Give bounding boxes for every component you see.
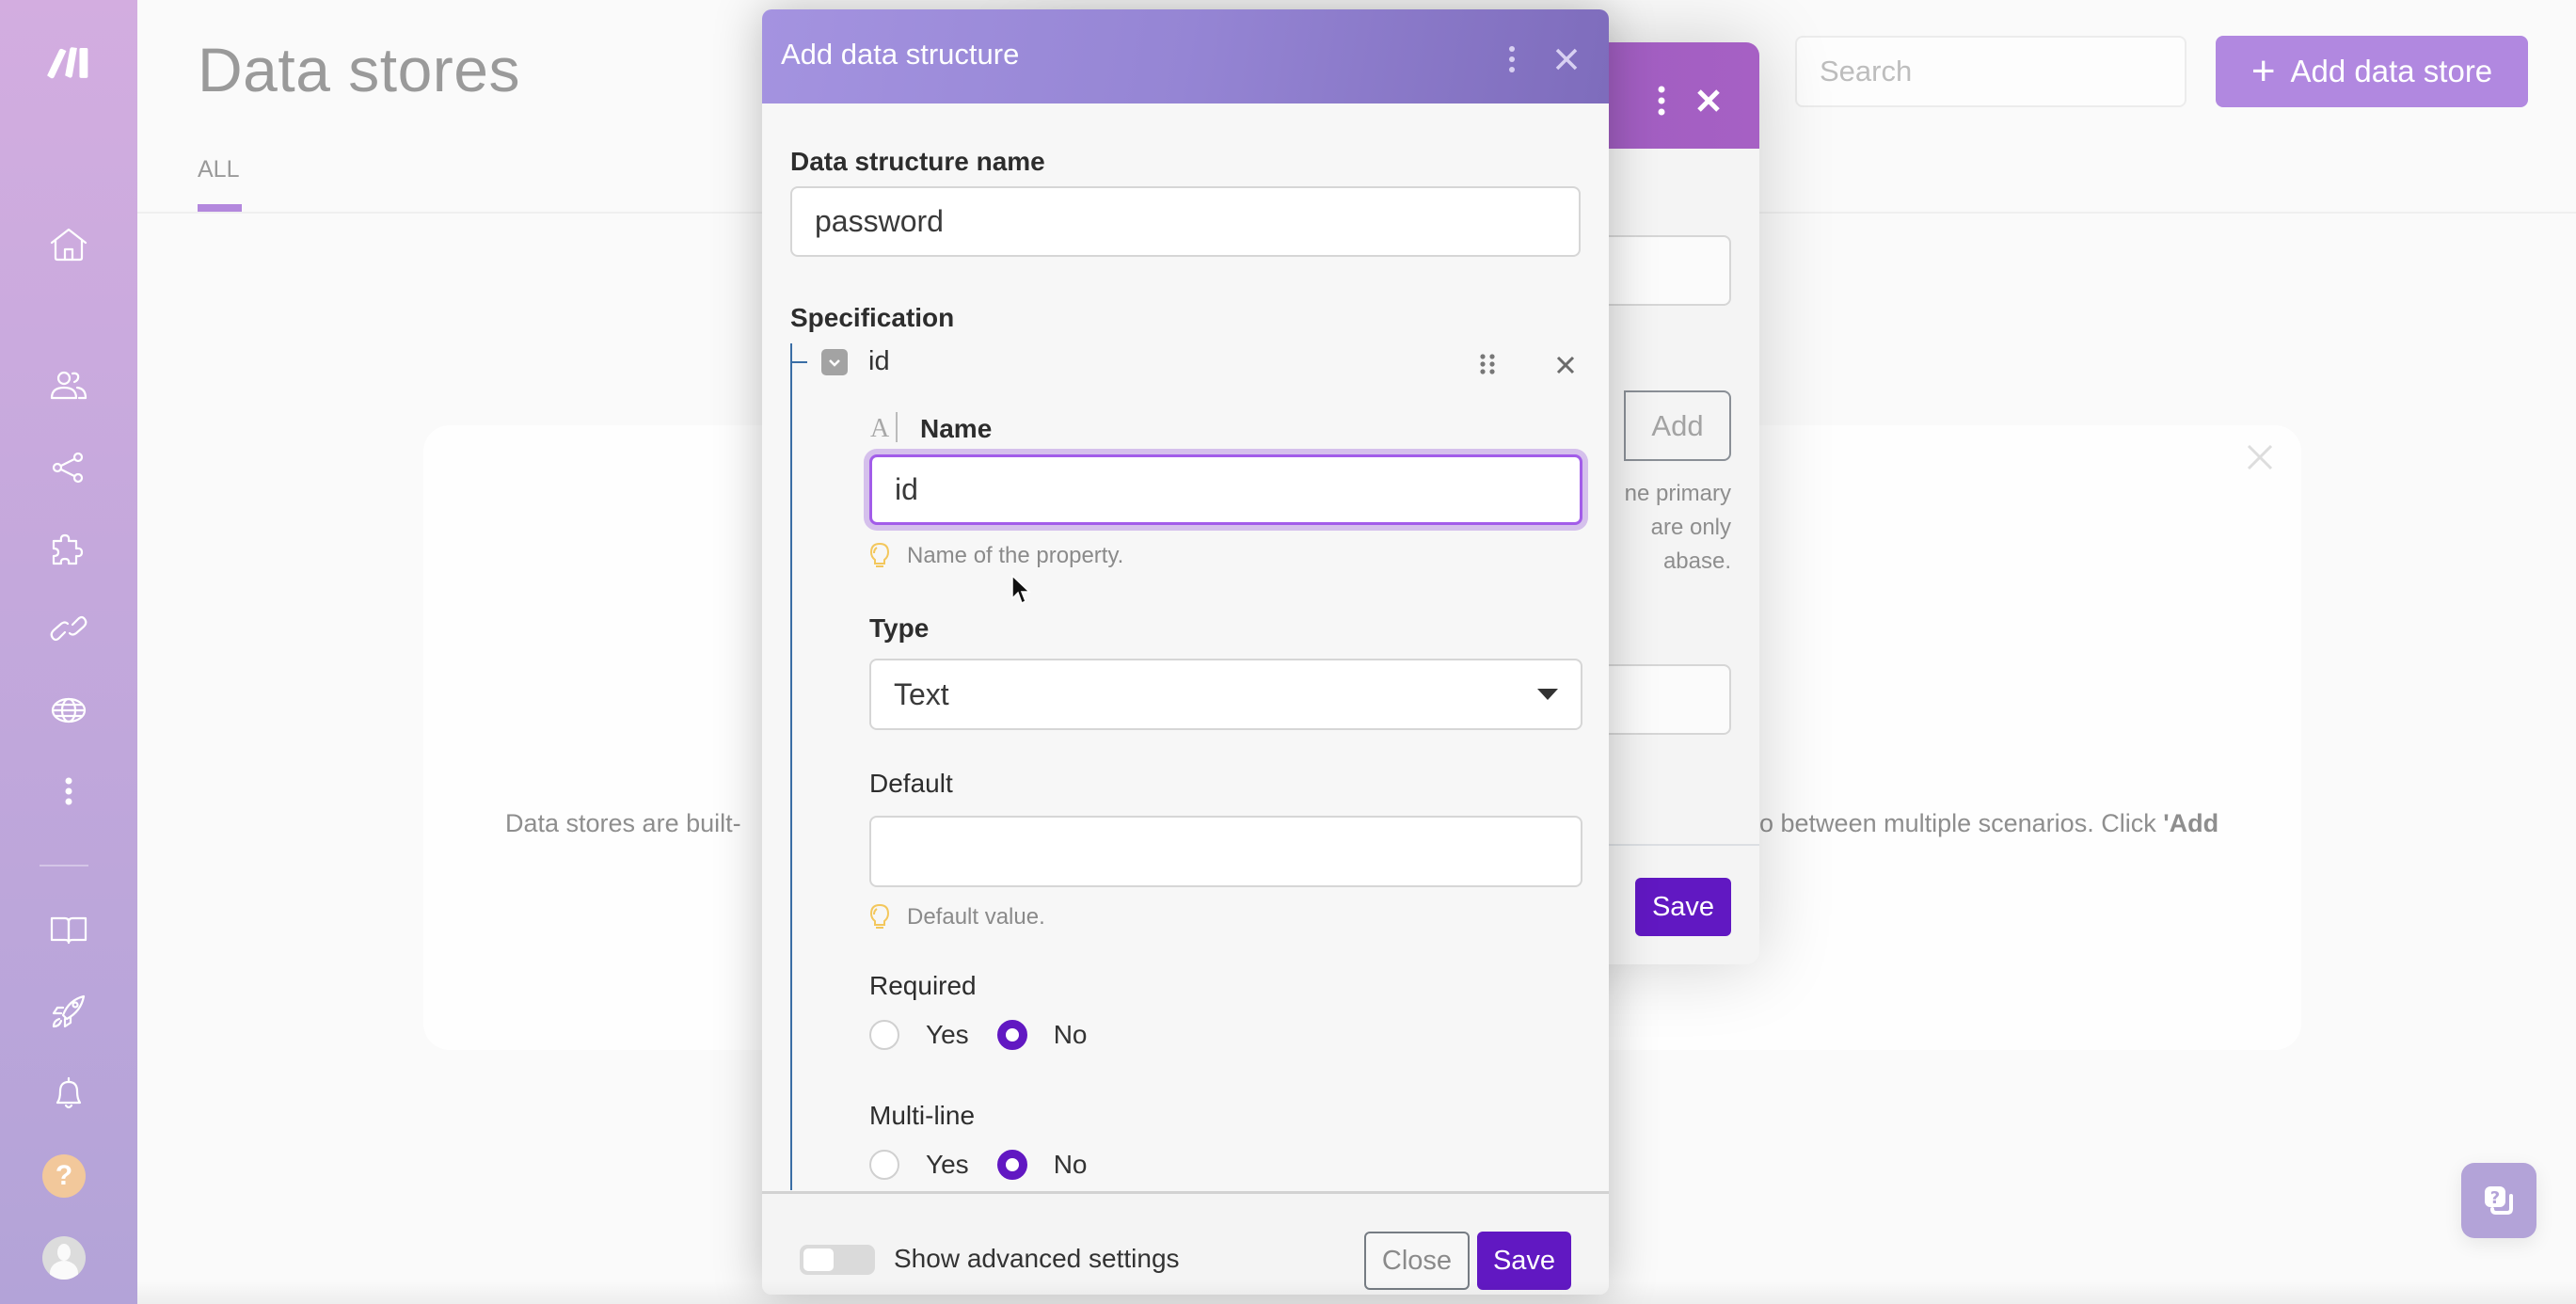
tree-line	[790, 343, 792, 1190]
sidebar-item-scenarios[interactable]	[40, 439, 97, 496]
dialog-title: Add data structure	[781, 38, 1020, 71]
save-button[interactable]: Save	[1477, 1232, 1571, 1290]
advanced-settings-label: Show advanced settings	[894, 1244, 1180, 1273]
share-icon	[52, 452, 84, 484]
default-field-hint: Default value.	[869, 903, 1045, 931]
multiline-radio-group: Yes No	[869, 1150, 1115, 1180]
sidebar-item-webhooks[interactable]	[40, 682, 97, 739]
structure-name-input[interactable]	[790, 186, 1581, 257]
specification-label: Specification	[790, 303, 955, 332]
multiline-no-label: No	[1053, 1150, 1088, 1179]
required-no-label: No	[1053, 1020, 1088, 1049]
kebab-menu-icon[interactable]	[1505, 43, 1519, 75]
bell-icon	[56, 1076, 82, 1109]
multiline-yes-label: Yes	[926, 1150, 969, 1179]
tree-branch	[790, 361, 807, 363]
lightbulb-icon	[869, 903, 890, 929]
property-name-input[interactable]	[869, 454, 1582, 525]
multiline-label: Multi-line	[869, 1101, 976, 1130]
help-chat-button[interactable]: ?	[2461, 1163, 2536, 1238]
kebab-menu-icon[interactable]	[1655, 84, 1668, 118]
sidebar-divider	[40, 865, 88, 867]
home-icon	[50, 228, 87, 262]
sidebar-item-more[interactable]	[40, 763, 97, 819]
close-icon	[1697, 89, 1720, 112]
default-value-input[interactable]	[869, 816, 1582, 887]
caret-down-icon	[1537, 689, 1558, 700]
default-field-label: Default	[869, 769, 953, 798]
sidebar: ?	[0, 0, 137, 1304]
close-dialog-button[interactable]	[1554, 47, 1579, 72]
type-select-value: Text	[894, 676, 949, 711]
dialog-footer: Show advanced settings Close Save	[762, 1191, 1609, 1295]
type-field-label: Type	[869, 613, 930, 643]
empty-text-bold: 'Add	[2163, 809, 2219, 837]
puzzle-icon	[52, 533, 84, 565]
dialog-header: Add data structure	[762, 9, 1609, 103]
page-title: Data stores	[198, 35, 520, 104]
spec-item-name: id	[868, 346, 890, 376]
logo-icon[interactable]	[40, 33, 97, 89]
required-no-radio[interactable]	[996, 1020, 1027, 1050]
name-hint-text: Name of the property.	[907, 543, 1124, 568]
mouse-cursor-icon	[1011, 574, 1031, 605]
type-select[interactable]: Text	[869, 659, 1582, 730]
dismiss-card-button[interactable]	[2243, 440, 2277, 474]
sidebar-item-notifications[interactable]	[40, 1065, 97, 1121]
sidebar-item-release-notes[interactable]	[40, 983, 97, 1040]
collapse-item-toggle[interactable]	[821, 349, 848, 375]
save-data-store-button[interactable]: Save	[1635, 878, 1731, 936]
close-icon	[2247, 444, 2273, 470]
link-icon	[50, 615, 87, 642]
empty-text-middle: o between multiple scenarios. Click	[1759, 809, 2164, 837]
users-icon	[50, 371, 87, 400]
required-label: Required	[869, 971, 977, 1000]
lightbulb-icon	[869, 542, 890, 567]
add-data-structure-button[interactable]: Add	[1624, 390, 1731, 461]
close-icon	[1555, 48, 1578, 71]
label-separator	[896, 412, 898, 442]
sidebar-item-team[interactable]	[40, 358, 97, 414]
help-icon: ?	[55, 1160, 73, 1191]
multiline-no-radio[interactable]	[996, 1150, 1027, 1180]
drag-handle-icon[interactable]	[1479, 353, 1496, 375]
more-icon	[65, 777, 72, 805]
plus-icon: +	[2250, 48, 2276, 94]
empty-text-left: Data stores are built-	[505, 809, 741, 837]
multiline-yes-radio[interactable]	[869, 1150, 899, 1180]
structure-name-label: Data structure name	[790, 147, 1045, 176]
tab-all[interactable]: ALL	[198, 156, 239, 183]
close-button[interactable]: Close	[1364, 1232, 1470, 1290]
required-radio-group: Yes No	[869, 1020, 1115, 1050]
rocket-icon	[52, 994, 86, 1028]
close-add-data-store-button[interactable]	[1695, 87, 1722, 114]
help-button[interactable]: ?	[42, 1154, 86, 1198]
add-data-store-button[interactable]: + Add data store	[2216, 36, 2528, 107]
name-field-label: Name	[920, 414, 993, 443]
sidebar-item-resources[interactable]	[40, 901, 97, 958]
add-data-store-label: Add data store	[2290, 54, 2493, 88]
chat-help-icon: ?	[2485, 1186, 2513, 1215]
remove-item-button[interactable]	[1556, 356, 1575, 374]
search-input[interactable]	[1795, 36, 2186, 107]
required-yes-label: Yes	[926, 1020, 969, 1049]
text-type-icon: A	[870, 414, 890, 443]
required-yes-radio[interactable]	[869, 1020, 899, 1050]
globe-icon	[51, 697, 87, 724]
default-hint-text: Default value.	[907, 904, 1045, 930]
advanced-settings-toggle[interactable]	[800, 1245, 875, 1275]
book-icon	[50, 916, 87, 945]
sidebar-item-home[interactable]	[40, 216, 97, 273]
name-field-hint: Name of the property.	[869, 542, 1123, 570]
chevron-down-icon	[829, 359, 840, 367]
svg-text:?: ?	[2490, 1188, 2500, 1208]
close-icon	[1556, 356, 1575, 374]
avatar[interactable]	[42, 1236, 86, 1280]
empty-text-right: o between multiple scenarios. Click 'Add	[1759, 809, 2218, 838]
sidebar-item-connections[interactable]	[40, 600, 97, 657]
add-data-structure-dialog: Add data structure Data structure name S…	[762, 9, 1609, 1295]
sidebar-item-apps[interactable]	[40, 520, 97, 577]
